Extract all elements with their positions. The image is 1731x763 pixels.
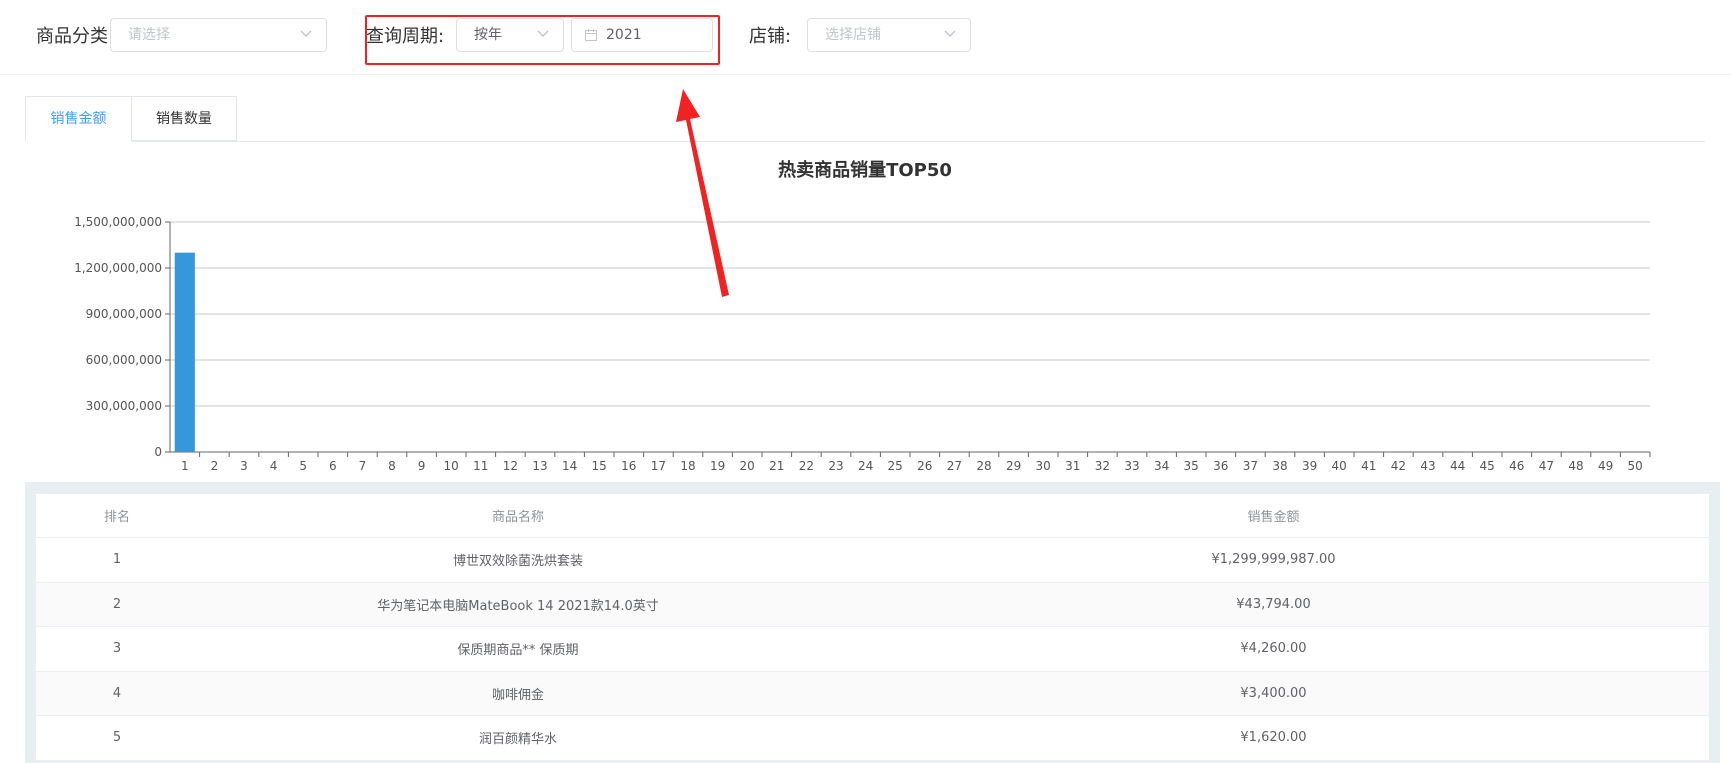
y-tick-label: 300,000,000 xyxy=(86,399,162,413)
table-row[interactable]: 2 华为笔记本电脑MateBook 14 2021款14.0英寸 ¥43,794… xyxy=(36,582,1709,627)
x-tick-label: 26 xyxy=(917,459,932,473)
x-tick-label: 17 xyxy=(651,459,666,473)
header-name: 商品名称 xyxy=(491,510,544,525)
table-row[interactable]: 3 保质期商品** 保质期 ¥4,260.00 xyxy=(36,627,1709,672)
x-tick-label: 40 xyxy=(1332,459,1347,473)
x-tick-label: 27 xyxy=(947,459,962,473)
filter-bar: 商品分类 请选择 查询周期: 按年 2021 店铺: 选择店铺 xyxy=(0,0,1731,75)
x-tick-label: 34 xyxy=(1154,459,1169,473)
x-tick-label: 12 xyxy=(503,459,518,473)
x-tick-label: 43 xyxy=(1420,459,1435,473)
x-tick-label: 5 xyxy=(299,459,307,473)
x-tick-label: 33 xyxy=(1124,459,1139,473)
rank-cell: 4 xyxy=(112,685,122,701)
chart-panel: 热卖商品销量TOP50 0 300,000,000 600,000,000 900,0… xyxy=(25,142,1705,482)
category-label: 商品分类 xyxy=(36,26,108,47)
x-tick-label: 42 xyxy=(1391,459,1406,473)
x-tick-label: 30 xyxy=(1036,459,1051,473)
x-tick-label: 37 xyxy=(1243,459,1258,473)
x-tick-label: 6 xyxy=(329,459,337,473)
x-tick-label: 47 xyxy=(1539,459,1554,473)
x-tick-label: 50 xyxy=(1628,459,1643,473)
x-tick-label: 38 xyxy=(1272,459,1287,473)
y-tick-label: 1,200,000,000 xyxy=(74,261,162,275)
table-row[interactable]: 4 咖啡佣金 ¥3,400.00 xyxy=(36,671,1709,716)
x-tick-label: 31 xyxy=(1065,459,1080,473)
product-name-cell: 润百颜精华水 xyxy=(478,732,557,748)
x-tick-label: 8 xyxy=(388,459,396,473)
ranking-table-container: 排名 商品名称 销售金额 1 博世双效除菌洗烘套装 ¥1,299,999,987… xyxy=(25,482,1720,763)
x-tick-label: 16 xyxy=(621,459,636,473)
x-tick-label: 1 xyxy=(181,459,189,473)
x-tick-label: 25 xyxy=(888,459,903,473)
x-tick-label: 18 xyxy=(680,459,695,473)
amount-cell: ¥43,794.00 xyxy=(1236,596,1311,612)
amount-cell: ¥1,620.00 xyxy=(1240,730,1307,746)
category-select[interactable]: 请选择 xyxy=(110,18,327,52)
header-rank: 排名 xyxy=(103,510,130,525)
amount-cell: ¥3,400.00 xyxy=(1240,685,1307,701)
bar-chart: 0 300,000,000 600,000,000 900,000,000 1,200,… xyxy=(74,215,1651,473)
x-tick-label: 39 xyxy=(1302,459,1317,473)
rank-cell: 3 xyxy=(112,641,122,657)
category-placeholder: 请选择 xyxy=(128,27,170,43)
ranking-table: 排名 商品名称 销售金额 1 博世双效除菌洗烘套装 ¥1,299,999,987… xyxy=(36,494,1709,761)
product-name-cell: 保质期商品** 保质期 xyxy=(457,643,579,659)
y-tick-label: 0 xyxy=(154,445,162,459)
store-select[interactable]: 选择店铺 xyxy=(807,18,971,52)
x-tick-label: 48 xyxy=(1568,459,1583,473)
bar[interactable] xyxy=(174,252,195,452)
table-header-row: 排名 商品名称 销售金额 xyxy=(36,494,1709,538)
x-tick-label: 45 xyxy=(1480,459,1495,473)
product-name-cell: 博世双效除菌洗烘套装 xyxy=(452,554,583,570)
x-tick-label: 21 xyxy=(769,459,784,473)
x-tick-label: 13 xyxy=(532,459,547,473)
x-tick-label: 14 xyxy=(562,459,577,473)
x-tick-label: 32 xyxy=(1095,459,1110,473)
x-tick-label: 35 xyxy=(1184,459,1199,473)
x-tick-label: 23 xyxy=(828,459,843,473)
header-amount: 销售金额 xyxy=(1247,510,1300,525)
tab-sales-quantity[interactable]: 销售数量 xyxy=(131,96,237,141)
amount-cell: ¥1,299,999,987.00 xyxy=(1211,552,1336,568)
tab-sales-amount[interactable]: 销售金额 xyxy=(25,96,132,142)
rank-cell: 5 xyxy=(112,730,122,746)
x-tick-label: 44 xyxy=(1450,459,1465,473)
x-tick-label: 4 xyxy=(270,459,278,473)
x-tick-label: 36 xyxy=(1213,459,1228,473)
tab-bar: 销售金额 销售数量 xyxy=(25,96,1705,142)
x-tick-label: 7 xyxy=(359,459,367,473)
x-tick-label: 3 xyxy=(240,459,248,473)
x-tick-label: 24 xyxy=(858,459,873,473)
y-tick-label: 900,000,000 xyxy=(86,307,162,321)
chevron-down-icon xyxy=(944,30,956,37)
product-name-cell: 咖啡佣金 xyxy=(491,687,544,703)
x-tick-label: 20 xyxy=(740,459,755,473)
x-tick-label: 15 xyxy=(592,459,607,473)
rank-cell: 1 xyxy=(112,552,122,568)
product-name-cell: 华为笔记本电脑MateBook 14 2021款14.0英寸 xyxy=(377,598,659,614)
table-row[interactable]: 5 润百颜精华水 ¥1,620.00 xyxy=(36,716,1709,761)
x-tick-label: 22 xyxy=(799,459,814,473)
x-tick-label: 2 xyxy=(211,459,219,473)
y-tick-label: 600,000,000 xyxy=(86,353,162,367)
x-tick-label: 11 xyxy=(473,459,488,473)
x-tick-label: 29 xyxy=(1006,459,1021,473)
period-highlight-box xyxy=(365,15,720,65)
chevron-down-icon xyxy=(300,30,312,37)
amount-cell: ¥4,260.00 xyxy=(1240,641,1307,657)
store-placeholder: 选择店铺 xyxy=(825,27,881,43)
x-tick-label: 10 xyxy=(444,459,459,473)
table-row[interactable]: 1 博世双效除菌洗烘套装 ¥1,299,999,987.00 xyxy=(36,538,1709,583)
x-tick-label: 19 xyxy=(710,459,725,473)
x-tick-label: 46 xyxy=(1509,459,1524,473)
rank-cell: 2 xyxy=(112,596,122,612)
x-tick-label: 41 xyxy=(1361,459,1376,473)
x-tick-label: 28 xyxy=(976,459,991,473)
store-label: 店铺: xyxy=(749,26,792,47)
y-tick-label: 1,500,000,000 xyxy=(74,215,162,229)
x-tick-label: 9 xyxy=(418,459,426,473)
x-tick-label: 49 xyxy=(1598,459,1613,473)
